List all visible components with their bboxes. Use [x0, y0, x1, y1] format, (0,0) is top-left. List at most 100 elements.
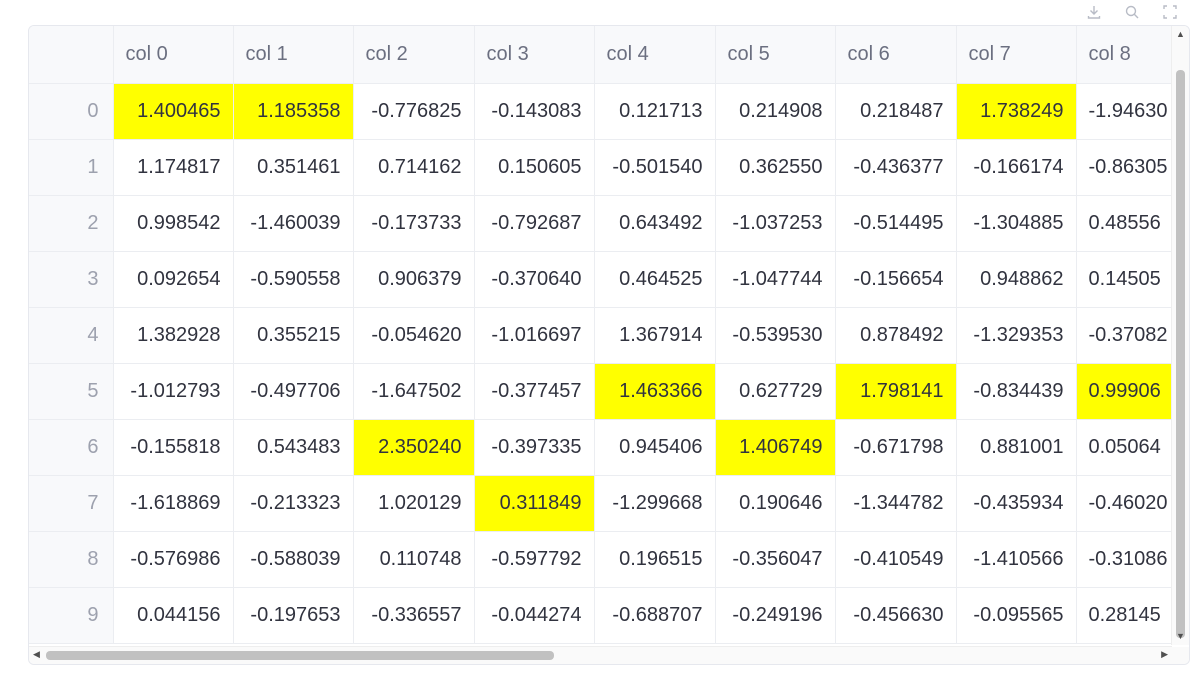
- table-cell[interactable]: -1.304885: [956, 195, 1077, 252]
- table-cell[interactable]: 0.881001: [956, 419, 1077, 476]
- table-cell[interactable]: -0.597792: [474, 531, 595, 588]
- table-cell[interactable]: -0.166174: [956, 139, 1077, 196]
- table-cell[interactable]: 0.878492: [835, 307, 957, 364]
- table-cell[interactable]: 1.020129: [353, 475, 475, 532]
- table-cell[interactable]: -0.590558: [233, 251, 354, 308]
- table-cell[interactable]: -0.539530: [715, 307, 836, 364]
- table-cell[interactable]: -0.213323: [233, 475, 354, 532]
- table-cell[interactable]: -0.688707: [594, 587, 716, 644]
- table-cell[interactable]: -0.377457: [474, 363, 595, 420]
- column-header[interactable]: col 5: [715, 26, 836, 84]
- table-cell[interactable]: 0.05064: [1076, 419, 1172, 476]
- table-cell[interactable]: -0.054620: [353, 307, 475, 364]
- table-cell[interactable]: 1.174817: [113, 139, 234, 196]
- table-cell[interactable]: -0.776825: [353, 83, 475, 140]
- table-cell[interactable]: 0.28145: [1076, 587, 1172, 644]
- table-cell[interactable]: 0.948862: [956, 251, 1077, 308]
- table-cell[interactable]: -0.46020: [1076, 475, 1172, 532]
- table-cell[interactable]: 0.643492: [594, 195, 716, 252]
- table-cell[interactable]: 0.627729: [715, 363, 836, 420]
- scroll-right-arrow-icon[interactable]: ▶: [1161, 650, 1168, 659]
- table-cell[interactable]: 0.99906: [1076, 363, 1172, 420]
- table-cell[interactable]: -0.86305: [1076, 139, 1172, 196]
- vertical-scrollbar[interactable]: ▲ ▼: [1171, 26, 1189, 645]
- table-cell[interactable]: -1.299668: [594, 475, 716, 532]
- table-cell[interactable]: -0.356047: [715, 531, 836, 588]
- table-cell[interactable]: 0.044156: [113, 587, 234, 644]
- table-cell[interactable]: 0.355215: [233, 307, 354, 364]
- table-cell[interactable]: 1.185358: [233, 83, 354, 140]
- table-cell[interactable]: 0.906379: [353, 251, 475, 308]
- table-cell[interactable]: -0.576986: [113, 531, 234, 588]
- table-cell[interactable]: -1.647502: [353, 363, 475, 420]
- table-cell[interactable]: -0.671798: [835, 419, 957, 476]
- table-cell[interactable]: 0.48556: [1076, 195, 1172, 252]
- table-cell[interactable]: -1.618869: [113, 475, 234, 532]
- scroll-down-arrow-icon[interactable]: ▼: [1176, 632, 1185, 641]
- table-cell[interactable]: -0.336557: [353, 587, 475, 644]
- table-cell[interactable]: 0.714162: [353, 139, 475, 196]
- column-header[interactable]: col 3: [474, 26, 595, 84]
- table-cell[interactable]: 0.196515: [594, 531, 716, 588]
- table-cell[interactable]: -0.197653: [233, 587, 354, 644]
- table-cell[interactable]: 1.400465: [113, 83, 234, 140]
- table-cell[interactable]: -0.410549: [835, 531, 957, 588]
- table-cell[interactable]: -0.37082: [1076, 307, 1172, 364]
- table-cell[interactable]: -0.435934: [956, 475, 1077, 532]
- table-cell[interactable]: -0.095565: [956, 587, 1077, 644]
- download-icon[interactable]: [1084, 2, 1104, 22]
- table-cell[interactable]: -1.410566: [956, 531, 1077, 588]
- column-header[interactable]: col 4: [594, 26, 716, 84]
- table-cell[interactable]: -0.155818: [113, 419, 234, 476]
- table-cell[interactable]: 1.738249: [956, 83, 1077, 140]
- table-cell[interactable]: -1.037253: [715, 195, 836, 252]
- table-cell[interactable]: -1.94630: [1076, 83, 1172, 140]
- table-cell[interactable]: 1.463366: [594, 363, 716, 420]
- table-cell[interactable]: -0.436377: [835, 139, 957, 196]
- table-cell[interactable]: -0.249196: [715, 587, 836, 644]
- table-cell[interactable]: -1.047744: [715, 251, 836, 308]
- table-cell[interactable]: -0.456630: [835, 587, 957, 644]
- scroll-up-arrow-icon[interactable]: ▲: [1176, 30, 1185, 39]
- table-cell[interactable]: -0.834439: [956, 363, 1077, 420]
- table-cell[interactable]: -1.344782: [835, 475, 957, 532]
- table-cell[interactable]: 0.14505: [1076, 251, 1172, 308]
- column-header[interactable]: col 1: [233, 26, 354, 84]
- table-cell[interactable]: 1.382928: [113, 307, 234, 364]
- table-cell[interactable]: 0.110748: [353, 531, 475, 588]
- table-cell[interactable]: -0.397335: [474, 419, 595, 476]
- table-cell[interactable]: -0.501540: [594, 139, 716, 196]
- table-cell[interactable]: 0.311849: [474, 475, 595, 532]
- table-cell[interactable]: -0.514495: [835, 195, 957, 252]
- table-cell[interactable]: -0.370640: [474, 251, 595, 308]
- table-cell[interactable]: 0.214908: [715, 83, 836, 140]
- table-cell[interactable]: -0.497706: [233, 363, 354, 420]
- table-cell[interactable]: -1.012793: [113, 363, 234, 420]
- column-header[interactable]: col 2: [353, 26, 475, 84]
- table-cell[interactable]: -0.044274: [474, 587, 595, 644]
- table-cell[interactable]: 0.351461: [233, 139, 354, 196]
- table-cell[interactable]: 1.798141: [835, 363, 957, 420]
- column-header[interactable]: col 8: [1076, 26, 1172, 84]
- table-cell[interactable]: 1.406749: [715, 419, 836, 476]
- column-header[interactable]: col 7: [956, 26, 1077, 84]
- table-cell[interactable]: 0.464525: [594, 251, 716, 308]
- table-cell[interactable]: -0.588039: [233, 531, 354, 588]
- table-cell[interactable]: 0.190646: [715, 475, 836, 532]
- table-cell[interactable]: 0.945406: [594, 419, 716, 476]
- table-cell[interactable]: -0.143083: [474, 83, 595, 140]
- table-cell[interactable]: 0.998542: [113, 195, 234, 252]
- table-cell[interactable]: 0.121713: [594, 83, 716, 140]
- table-cell[interactable]: -0.31086: [1076, 531, 1172, 588]
- table-cell[interactable]: -1.016697: [474, 307, 595, 364]
- vertical-scroll-thumb[interactable]: [1176, 70, 1185, 638]
- horizontal-scrollbar[interactable]: ◀ ▶: [29, 646, 1172, 664]
- table-cell[interactable]: 1.367914: [594, 307, 716, 364]
- table-cell[interactable]: -0.792687: [474, 195, 595, 252]
- table-cell[interactable]: 2.350240: [353, 419, 475, 476]
- horizontal-scroll-thumb[interactable]: [46, 651, 554, 660]
- column-header[interactable]: col 0: [113, 26, 234, 84]
- table-cell[interactable]: -1.329353: [956, 307, 1077, 364]
- search-icon[interactable]: [1122, 2, 1142, 22]
- table-cell[interactable]: 0.150605: [474, 139, 595, 196]
